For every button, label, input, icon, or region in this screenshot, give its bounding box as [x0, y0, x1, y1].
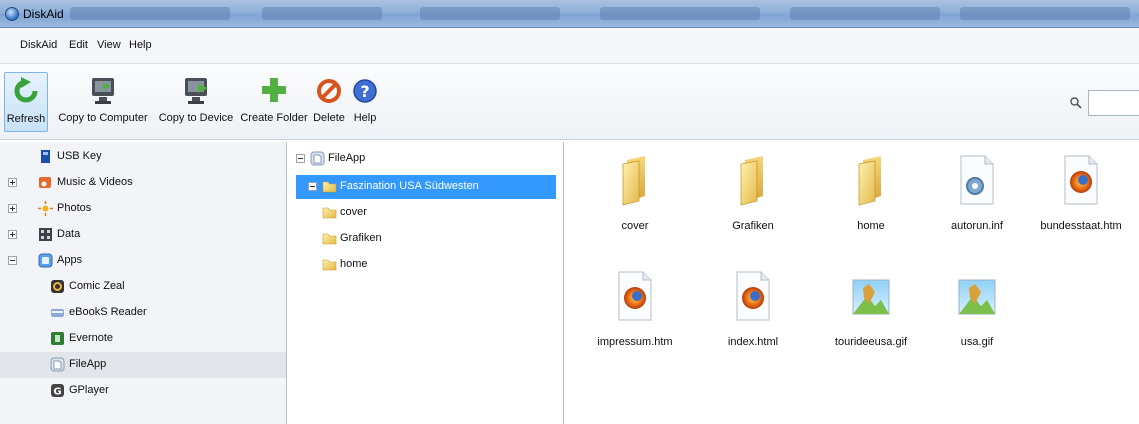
search-icon — [1070, 97, 1082, 109]
copy-to-computer-icon — [92, 78, 114, 104]
sidebar-item-evernote[interactable]: Evernote — [0, 326, 286, 352]
file-item-autorun[interactable]: autorun.inf — [922, 154, 1032, 264]
menu-diskaid[interactable]: DiskAid — [20, 39, 57, 51]
tree-node-home[interactable]: home — [288, 252, 563, 278]
expand-icon[interactable] — [8, 178, 17, 187]
folder-icon — [322, 181, 337, 193]
create-folder-label: Create Folder — [240, 112, 308, 124]
ebook-reader-icon — [51, 309, 64, 317]
sidebar-item-data[interactable]: Data — [0, 222, 286, 248]
html-file-icon — [618, 271, 652, 321]
html-file-icon — [1064, 155, 1098, 205]
music-icon — [39, 177, 51, 188]
refresh-label: Refresh — [6, 113, 46, 125]
window-title: DiskAid — [23, 7, 64, 21]
file-item-tourideeusa[interactable]: tourideeusa.gif — [816, 270, 926, 380]
help-label: Help — [353, 112, 377, 124]
tree-node-grafiken[interactable]: Grafiken — [288, 226, 563, 252]
copy-to-device-button[interactable]: Copy to Device — [158, 72, 234, 132]
folder-tree: FileApp Faszination USA Südwesten cover … — [288, 142, 564, 424]
copy-to-computer-label: Copy to Computer — [58, 112, 148, 124]
settings-file-icon — [960, 155, 994, 205]
search-input[interactable] — [1088, 90, 1139, 116]
apps-icon — [38, 253, 53, 268]
sidebar-item-fileapp[interactable]: FileApp — [0, 352, 286, 378]
create-folder-button[interactable]: Create Folder — [238, 72, 310, 132]
tree-node-cover[interactable]: cover — [288, 200, 563, 226]
folder-icon — [322, 259, 337, 271]
refresh-icon — [14, 77, 38, 103]
tree-node-fileapp[interactable]: FileApp — [288, 146, 563, 172]
svg-text:?: ? — [360, 82, 369, 101]
menu-bar: DiskAid Edit View Help — [0, 28, 1139, 64]
sidebar-item-music-videos[interactable]: Music & Videos — [0, 170, 286, 196]
taskbar-tab — [600, 7, 760, 20]
file-item-home[interactable]: home — [816, 154, 926, 264]
file-item-grafiken[interactable]: Grafiken — [698, 154, 808, 264]
tree-node-faszination-usa[interactable]: Faszination USA Südwesten — [288, 174, 563, 200]
delete-label: Delete — [313, 112, 345, 124]
delete-icon — [317, 79, 341, 103]
file-item-cover[interactable]: cover — [580, 154, 690, 264]
taskbar-tab — [960, 7, 1130, 20]
sidebar-item-usb-key[interactable]: USB Key — [0, 144, 286, 170]
delete-button[interactable]: Delete — [312, 72, 346, 132]
file-item-index[interactable]: index.html — [698, 270, 808, 380]
taskbar-tab — [70, 7, 230, 20]
help-icon: ? — [353, 79, 377, 103]
photos-icon — [38, 201, 53, 216]
collapse-icon[interactable] — [296, 154, 305, 163]
menu-edit[interactable]: Edit — [69, 39, 88, 51]
fileapp-icon — [50, 357, 65, 372]
taskbar-tab — [790, 7, 940, 20]
collapse-icon[interactable] — [308, 182, 317, 191]
usb-key-icon — [41, 150, 50, 163]
device-sidebar: USB Key Music & Videos Photos Data Apps — [0, 142, 287, 424]
expand-icon[interactable] — [8, 230, 17, 239]
sidebar-item-gplayer[interactable]: G GPlayer — [0, 378, 286, 404]
diskaid-app-icon — [5, 7, 19, 21]
folder-icon — [322, 207, 337, 219]
title-bar: DiskAid — [0, 0, 1139, 28]
menu-help[interactable]: Help — [129, 39, 152, 51]
fileapp-icon — [310, 151, 325, 166]
file-item-usa[interactable]: usa.gif — [922, 270, 1032, 380]
evernote-icon — [51, 332, 64, 345]
taskbar-tab — [262, 7, 382, 20]
folder-icon — [740, 156, 763, 206]
file-grid: cover Grafiken home autorun.inf bundesst… — [566, 142, 1139, 424]
sidebar-item-ebooks-reader[interactable]: eBookS Reader — [0, 300, 286, 326]
sidebar-item-comic-zeal[interactable]: Comic Zeal — [0, 274, 286, 300]
refresh-button[interactable]: Refresh — [4, 72, 48, 132]
copy-to-computer-button[interactable]: Copy to Computer — [54, 72, 152, 132]
expand-icon[interactable] — [8, 204, 17, 213]
menu-view[interactable]: View — [97, 39, 121, 51]
sidebar-item-photos[interactable]: Photos — [0, 196, 286, 222]
gplayer-icon: G — [51, 384, 64, 398]
toolbar: Refresh Copy to Computer Copy to Device … — [0, 64, 1139, 140]
folder-icon — [622, 156, 645, 206]
file-item-bundesstaat[interactable]: bundesstaat.htm — [1026, 154, 1136, 264]
copy-to-device-icon — [185, 78, 208, 104]
folder-icon — [322, 233, 337, 245]
sidebar-item-apps[interactable]: Apps — [0, 248, 286, 274]
file-item-impressum[interactable]: impressum.htm — [580, 270, 690, 380]
comic-zeal-icon — [51, 280, 64, 293]
taskbar-tab — [420, 7, 560, 20]
add-icon — [262, 78, 286, 102]
image-file-icon — [958, 279, 996, 315]
image-file-icon — [852, 279, 890, 315]
collapse-icon[interactable] — [8, 256, 17, 265]
copy-to-device-label: Copy to Device — [158, 112, 234, 124]
help-button[interactable]: ? Help — [348, 72, 382, 132]
data-icon — [39, 228, 52, 241]
folder-icon — [858, 156, 881, 206]
svg-text:G: G — [53, 387, 61, 398]
html-file-icon — [736, 271, 770, 321]
